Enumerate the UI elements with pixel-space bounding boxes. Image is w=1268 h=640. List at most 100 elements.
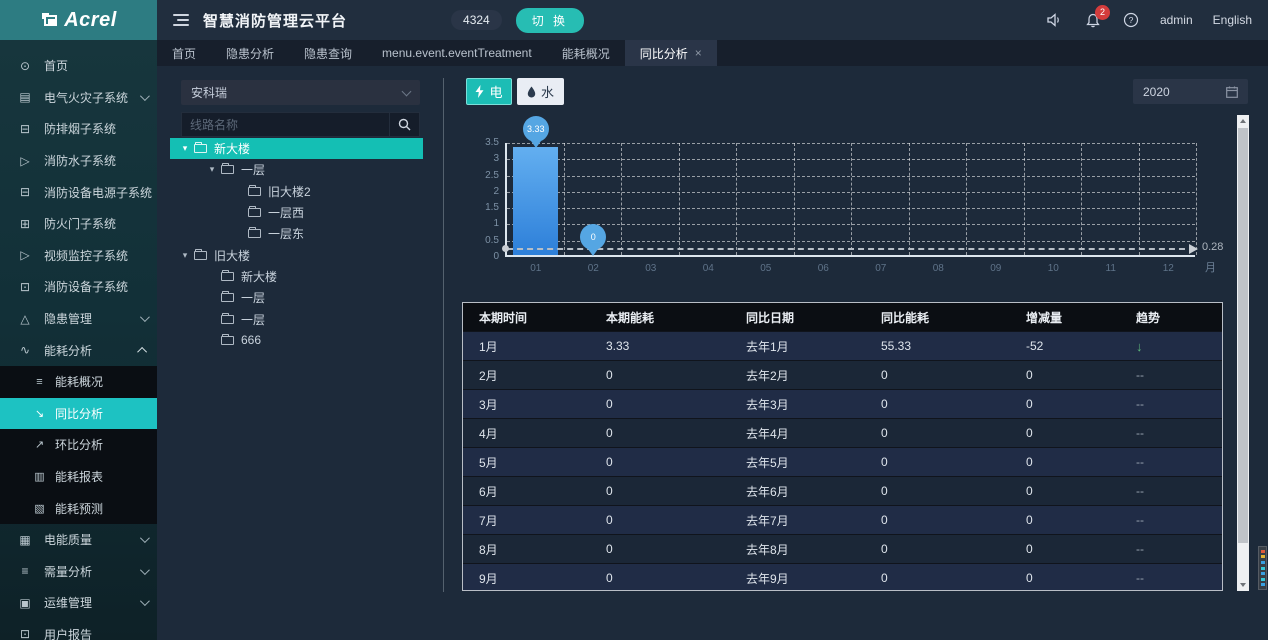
sidebar-item-3[interactable]: ▷消防水子系统 bbox=[0, 145, 157, 177]
tree-node-8[interactable]: 一层 bbox=[170, 308, 423, 329]
brand-logo: Acrel bbox=[0, 0, 157, 40]
username-label[interactable]: admin bbox=[1160, 13, 1193, 27]
folder-icon bbox=[194, 144, 207, 153]
speaker-icon[interactable] bbox=[1046, 11, 1064, 29]
tree-node-7[interactable]: 一层 bbox=[170, 287, 423, 308]
table-header-cell: 本期时间 bbox=[463, 309, 590, 326]
tab-bar: 首页隐患分析隐患查询menu.event.eventTreatment能耗概况同… bbox=[157, 40, 1268, 66]
trend-flat-label: -- bbox=[1120, 571, 1220, 585]
sidebar-item-9[interactable]: ∿能耗分析 bbox=[0, 334, 157, 366]
sidebar-subitem-4[interactable]: ▧能耗预测 bbox=[0, 492, 157, 524]
org-dropdown[interactable]: 安科瑞 bbox=[181, 80, 420, 105]
table-cell: 0 bbox=[865, 426, 1010, 440]
tab-close-icon[interactable]: × bbox=[695, 46, 702, 60]
table-row[interactable]: 8月0去年8月00-- bbox=[463, 534, 1222, 563]
trend-flat-label: -- bbox=[1120, 513, 1220, 527]
y-axis-tick: 2 bbox=[459, 186, 499, 197]
caret-down-icon[interactable]: ▾ bbox=[180, 143, 190, 154]
sidebar-item-7[interactable]: ⊡消防设备子系统 bbox=[0, 271, 157, 303]
vertical-scrollbar[interactable] bbox=[1237, 115, 1249, 591]
help-icon[interactable]: ? bbox=[1122, 11, 1140, 29]
sidebar-item-0[interactable]: ⊙首页 bbox=[0, 50, 157, 82]
switch-button[interactable]: 切 换 bbox=[516, 8, 584, 33]
notification-count-badge: 2 bbox=[1095, 5, 1110, 20]
table-cell: 1月 bbox=[463, 338, 590, 355]
table-row[interactable]: 2月0去年2月00-- bbox=[463, 360, 1222, 389]
table-row[interactable]: 9月0去年9月00-- bbox=[463, 563, 1222, 591]
sidebar-subitem-0[interactable]: ≡能耗概况 bbox=[0, 366, 157, 398]
tree-node-label: 一层 bbox=[241, 161, 265, 178]
sidebar-item-13[interactable]: ⊡用户报告 bbox=[0, 619, 157, 640]
app-root: Acrel 智慧消防管理云平台 4324 切 换 2 ? admin Engli… bbox=[0, 0, 1268, 640]
water-toggle-button[interactable]: 水 bbox=[517, 78, 564, 105]
tree-node-2[interactable]: 旧大楼2 bbox=[170, 181, 423, 202]
sidebar-submenu: ≡能耗概况↘同比分析↗环比分析▥能耗报表▧能耗预测 bbox=[0, 366, 157, 524]
caret-down-icon[interactable]: ▾ bbox=[207, 164, 217, 175]
tab-1[interactable]: 隐患分析 bbox=[211, 40, 289, 66]
tree-node-9[interactable]: 666 bbox=[170, 330, 423, 351]
sidebar-item-label: 电气火灾子系统 bbox=[44, 89, 128, 106]
tab-5[interactable]: 同比分析× bbox=[625, 40, 717, 66]
scroll-up-button[interactable] bbox=[1237, 115, 1249, 127]
table-cell: 3.33 bbox=[590, 339, 730, 353]
table-row[interactable]: 4月0去年4月00-- bbox=[463, 418, 1222, 447]
year-value: 2020 bbox=[1143, 85, 1170, 99]
sidebar-menu: ⊙首页▤电气火灾子系统⊟防排烟子系统▷消防水子系统⊟消防设备电源子系统⊞防火门子… bbox=[0, 40, 157, 640]
table-row[interactable]: 3月0去年3月00-- bbox=[463, 389, 1222, 418]
trend-flat-label: -- bbox=[1120, 397, 1220, 411]
y-axis-tick: 0.5 bbox=[459, 235, 499, 246]
search-button[interactable] bbox=[389, 113, 419, 136]
tab-3[interactable]: menu.event.eventTreatment bbox=[367, 40, 547, 66]
table-cell: -52 bbox=[1010, 339, 1120, 353]
table-row[interactable]: 1月3.33去年1月55.33-52↓ bbox=[463, 331, 1222, 360]
caret-down-icon[interactable]: ▾ bbox=[180, 250, 190, 261]
hazard-mgmt-icon: △ bbox=[18, 312, 32, 326]
tab-2[interactable]: 隐患查询 bbox=[289, 40, 367, 66]
tree-node-3[interactable]: 一层西 bbox=[170, 202, 423, 223]
table-cell: 0 bbox=[865, 513, 1010, 527]
sidebar-item-6[interactable]: ▷视频监控子系统 bbox=[0, 240, 157, 272]
sidebar-subitem-3[interactable]: ▥能耗报表 bbox=[0, 461, 157, 493]
tab-0[interactable]: 首页 bbox=[157, 40, 211, 66]
language-switch[interactable]: English bbox=[1213, 13, 1252, 27]
sidebar-item-10[interactable]: ▦电能质量 bbox=[0, 524, 157, 556]
v-gridline bbox=[794, 143, 795, 255]
menu-collapse-icon[interactable] bbox=[173, 14, 189, 26]
sidebar-item-8[interactable]: △隐患管理 bbox=[0, 303, 157, 335]
sidebar-item-2[interactable]: ⊟防排烟子系统 bbox=[0, 113, 157, 145]
tab-4[interactable]: 能耗概况 bbox=[547, 40, 625, 66]
year-picker[interactable]: 2020 bbox=[1133, 79, 1248, 104]
bell-icon[interactable]: 2 bbox=[1084, 11, 1102, 29]
scrollbar-thumb[interactable] bbox=[1238, 128, 1248, 543]
electric-toggle-button[interactable]: 电 bbox=[466, 78, 512, 105]
tree-node-5[interactable]: ▾旧大楼 bbox=[170, 244, 423, 265]
table-row[interactable]: 6月0去年6月00-- bbox=[463, 476, 1222, 505]
sidebar-item-11[interactable]: ≡需量分析 bbox=[0, 556, 157, 588]
sidebar-item-1[interactable]: ▤电气火灾子系统 bbox=[0, 82, 157, 114]
trend-flat-label: -- bbox=[1120, 455, 1220, 469]
trend-flat-label: -- bbox=[1120, 426, 1220, 440]
fire-device-icon: ⊡ bbox=[18, 280, 32, 294]
folder-icon bbox=[221, 336, 234, 345]
sidebar-subitem-2[interactable]: ↗环比分析 bbox=[0, 429, 157, 461]
sidebar-item-12[interactable]: ▣运维管理 bbox=[0, 587, 157, 619]
tree-node-6[interactable]: 新大楼 bbox=[170, 266, 423, 287]
sidebar-subitem-1[interactable]: ↘同比分析 bbox=[0, 398, 157, 430]
tree-node-1[interactable]: ▾ 一层 bbox=[170, 159, 423, 180]
line-search-input[interactable] bbox=[182, 118, 389, 132]
sidebar-subitem-label: 能耗预测 bbox=[55, 500, 103, 517]
sidebar-item-4[interactable]: ⊟消防设备电源子系统 bbox=[0, 176, 157, 208]
tree-node-4[interactable]: 一层东 bbox=[170, 223, 423, 244]
data-pin-02: 0 bbox=[580, 224, 606, 250]
scroll-down-button[interactable] bbox=[1237, 579, 1249, 591]
v-gridline bbox=[621, 143, 622, 255]
table-row[interactable]: 5月0去年5月00-- bbox=[463, 447, 1222, 476]
sidebar-item-5[interactable]: ⊞防火门子系统 bbox=[0, 208, 157, 240]
yoy-bar-chart: 0.283.330010203040506070809101112月 00.51… bbox=[457, 115, 1217, 280]
v-gridline bbox=[909, 143, 910, 255]
table-cell: 6月 bbox=[463, 483, 590, 500]
sidebar-item-label: 需量分析 bbox=[44, 563, 92, 580]
folder-icon bbox=[248, 187, 261, 196]
table-row[interactable]: 7月0去年7月00-- bbox=[463, 505, 1222, 534]
tree-node-0[interactable]: ▾新大楼 bbox=[170, 138, 423, 159]
